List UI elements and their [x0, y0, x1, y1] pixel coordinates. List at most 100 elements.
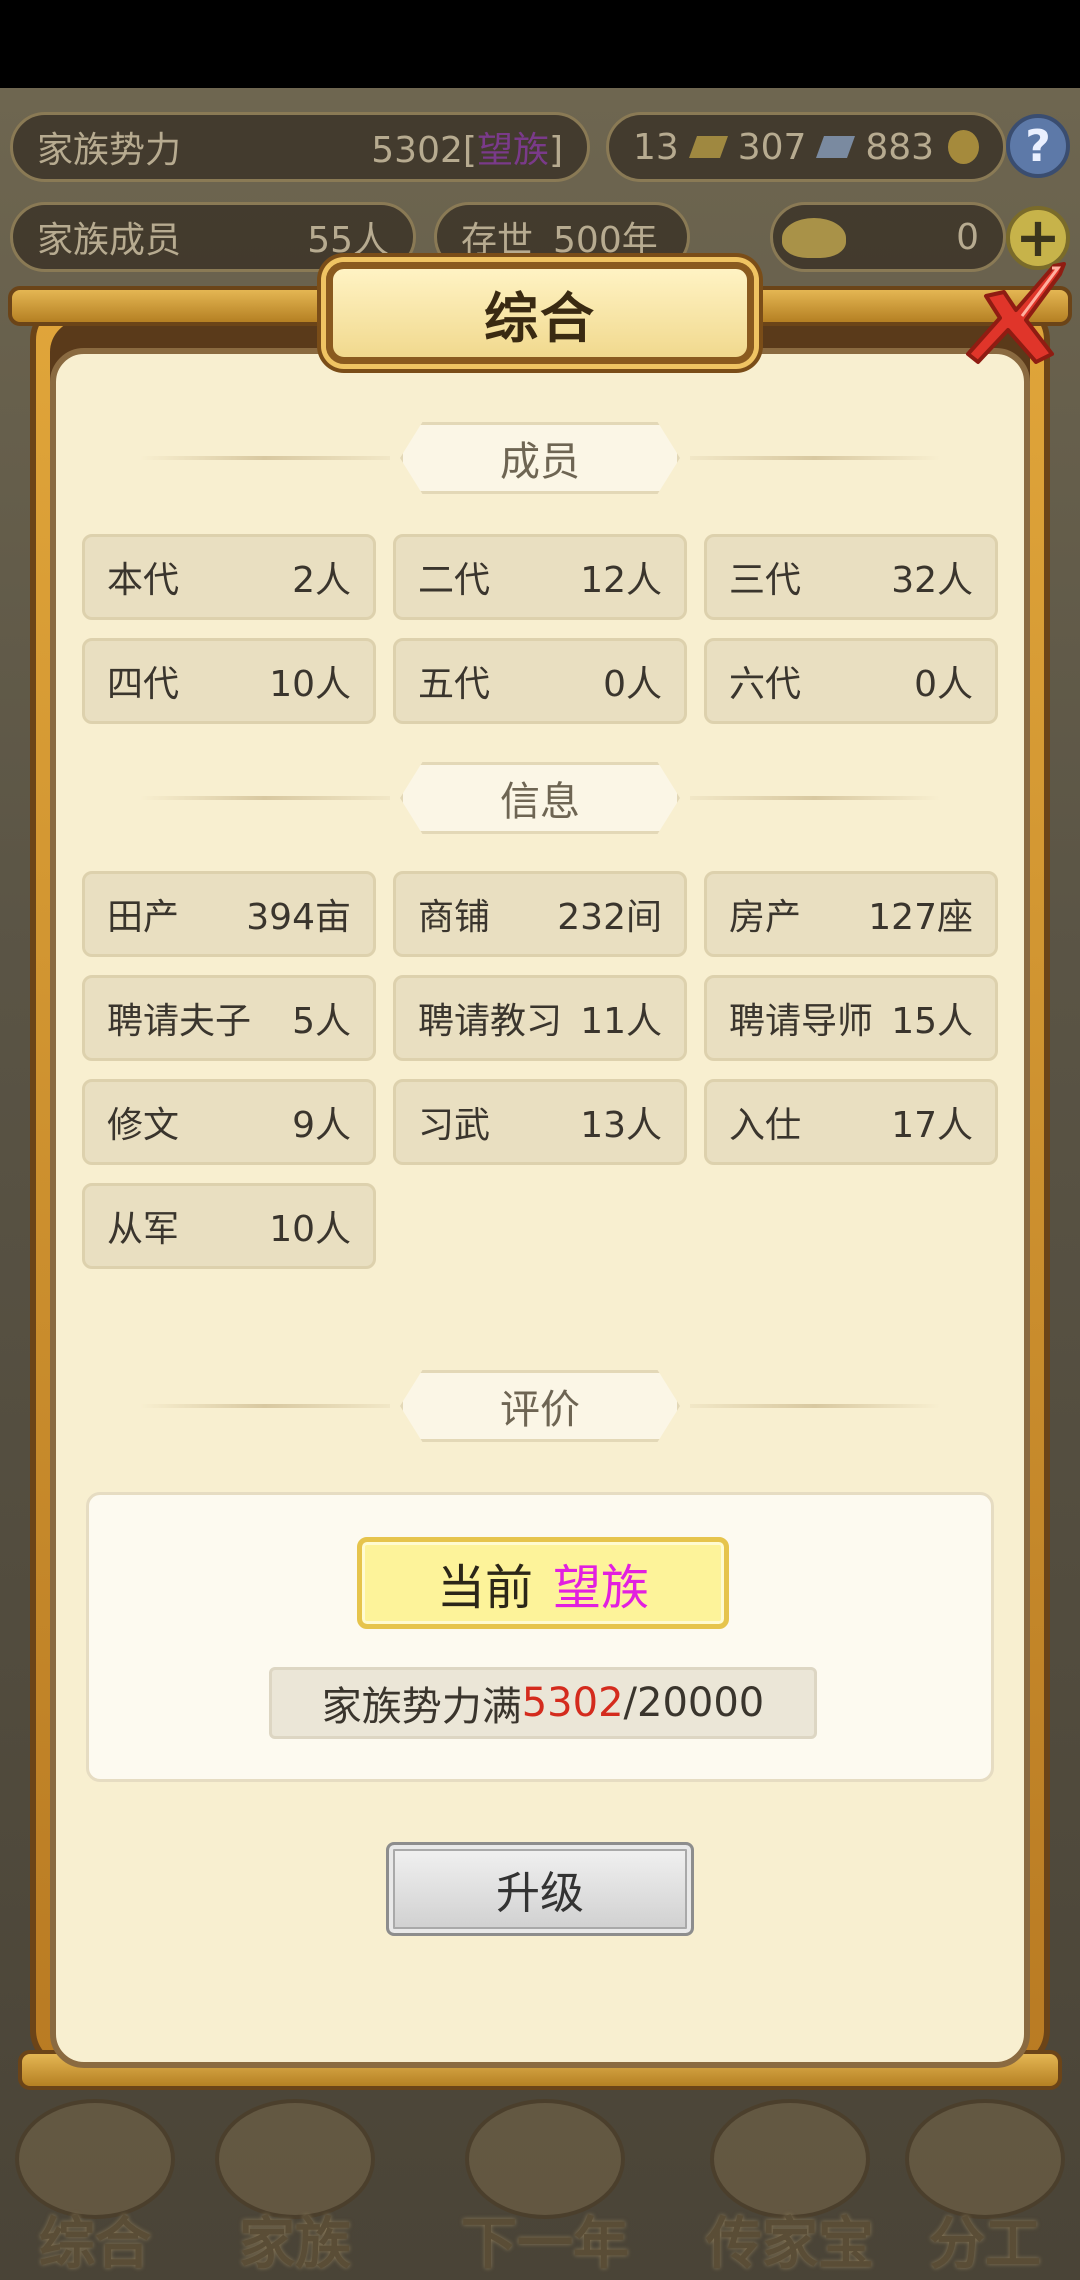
- close-icon: [966, 262, 1066, 364]
- nav-heirloom[interactable]: 传家宝: [690, 2095, 890, 2280]
- status-bar: [0, 0, 1080, 88]
- nav-next-year[interactable]: 下一年: [430, 2095, 660, 2280]
- stat-value: 2人: [292, 560, 351, 601]
- divider-left: [140, 456, 390, 460]
- nav-heirloom-label: 传家宝: [706, 2212, 874, 2277]
- stat-label: 聘请导师: [729, 1001, 874, 1042]
- member-stat-cell: 四代 10人: [82, 638, 376, 724]
- stat-label: 聘请夫子: [107, 1001, 252, 1042]
- nav-overview-label: 综合: [39, 2212, 151, 2277]
- stat-label: 田产: [107, 897, 180, 938]
- stat-value: 9人: [292, 1105, 351, 1146]
- eval-section-header: 评价: [140, 1370, 940, 1442]
- stat-label: 六代: [729, 664, 802, 705]
- stat-label: 修文: [107, 1105, 180, 1146]
- coin-icon: [948, 130, 979, 164]
- member-stat-cell: 六代 0人: [704, 638, 998, 724]
- stat-label: 房产: [729, 897, 802, 938]
- stat-value: 32人: [891, 560, 973, 601]
- clan-power-rank: 望族: [476, 130, 549, 171]
- currency-1-value: 13: [632, 126, 679, 168]
- currency-pill: 13 307 883: [606, 112, 1006, 182]
- member-stat-cell: 三代 32人: [704, 534, 998, 620]
- existence-value: 500年: [553, 220, 658, 261]
- nav-clan[interactable]: 家族: [200, 2095, 390, 2280]
- stat-value: 5人: [292, 1001, 351, 1042]
- stat-value: 11人: [580, 1001, 662, 1042]
- currency-3-value: 883: [865, 126, 935, 168]
- clan-power-value: 5302[望族]: [371, 130, 563, 171]
- divider-right: [690, 456, 940, 460]
- member-stat-cell: 二代 12人: [393, 534, 687, 620]
- member-stat-cell: 五代 0人: [393, 638, 687, 724]
- rank-name: 望族: [553, 1560, 650, 1616]
- clan-power-number: 5302: [371, 130, 463, 171]
- close-button[interactable]: [956, 258, 1074, 368]
- stat-value: 127座: [868, 897, 973, 938]
- info-stat-cell: 商铺 232间: [393, 871, 687, 957]
- stat-label: 本代: [107, 560, 180, 601]
- clan-power-pill: 家族势力 5302[望族]: [10, 112, 590, 182]
- info-stat-cell: 修文 9人: [82, 1079, 376, 1165]
- divider-right: [690, 1404, 940, 1408]
- stat-label: 聘请教习: [418, 1001, 563, 1042]
- divider-left: [140, 796, 390, 800]
- info-section-title: 信息: [400, 762, 680, 834]
- info-stat-cell: 聘请导师 15人: [704, 975, 998, 1061]
- eval-panel: 当前 望族 家族势力满 5302/20000: [86, 1492, 994, 1782]
- member-stat-cell: 本代 2人: [82, 534, 376, 620]
- stat-label: 商铺: [418, 897, 491, 938]
- modal-title: 综合: [484, 286, 596, 350]
- members-value: 55人: [307, 220, 389, 261]
- stat-value: 232间: [557, 897, 662, 938]
- info-stat-cell: 房产 127座: [704, 871, 998, 957]
- members-label: 家族成员: [37, 220, 182, 261]
- info-grid: 田产 394亩 商铺 232间 房产 127座 聘请夫子 5人 聘请教习 11人 聘请导师…: [82, 871, 998, 1269]
- rank-prefix: 当前: [436, 1560, 533, 1616]
- help-icon[interactable]: ?: [1006, 114, 1070, 178]
- ingot-icon: [782, 218, 846, 258]
- progress-label: 家族势力满: [321, 1684, 522, 1730]
- eval-section-title: 评价: [400, 1370, 680, 1442]
- stat-label: 二代: [418, 560, 491, 601]
- progress-current: 5302: [521, 1680, 624, 1726]
- stat-value: 17人: [891, 1105, 973, 1146]
- bottom-nav: 综合 家族 下一年 传家宝 分工: [0, 2095, 1080, 2280]
- divider-right: [690, 796, 940, 800]
- nav-division[interactable]: 分工: [890, 2095, 1080, 2280]
- nav-overview[interactable]: 综合: [0, 2095, 190, 2280]
- stat-label: 习武: [418, 1105, 491, 1146]
- info-section-header: 信息: [140, 762, 940, 834]
- progress-max: /20000: [623, 1680, 765, 1726]
- info-stat-cell: 从军 10人: [82, 1183, 376, 1269]
- silver-bar-icon: [816, 136, 856, 158]
- stat-label: 五代: [418, 664, 491, 705]
- nav-next-year-label: 下一年: [461, 2212, 629, 2277]
- clan-power-label: 家族势力: [37, 130, 182, 171]
- members-section-title: 成员: [400, 422, 680, 494]
- stat-value: 394亩: [246, 897, 351, 938]
- stat-label: 从军: [107, 1209, 180, 1250]
- nav-division-label: 分工: [929, 2212, 1041, 2277]
- modal-title-plaque: 综合: [326, 262, 754, 364]
- info-stat-cell: 田产 394亩: [82, 871, 376, 957]
- divider-left: [140, 1404, 390, 1408]
- currency-2-value: 307: [737, 126, 807, 168]
- existence-label: 存世: [461, 220, 534, 261]
- stat-value: 0人: [603, 664, 662, 705]
- stat-value: 10人: [269, 664, 351, 705]
- stat-value: 12人: [580, 560, 662, 601]
- info-stat-cell: 入仕 17人: [704, 1079, 998, 1165]
- members-grid: 本代 2人 二代 12人 三代 32人 四代 10人 五代 0人 六代 0人: [82, 534, 998, 724]
- stat-label: 四代: [107, 664, 180, 705]
- info-stat-cell: 习武 13人: [393, 1079, 687, 1165]
- stat-label: 三代: [729, 560, 802, 601]
- stat-value: 10人: [269, 1209, 351, 1250]
- stat-label: 入仕: [729, 1105, 802, 1146]
- power-progress: 家族势力满 5302/20000: [269, 1667, 817, 1739]
- upgrade-button[interactable]: 升级: [386, 1842, 694, 1936]
- info-stat-cell: 聘请夫子 5人: [82, 975, 376, 1061]
- stat-value: 13人: [580, 1105, 662, 1146]
- members-section-header: 成员: [140, 422, 940, 494]
- stat-value: 15人: [891, 1001, 973, 1042]
